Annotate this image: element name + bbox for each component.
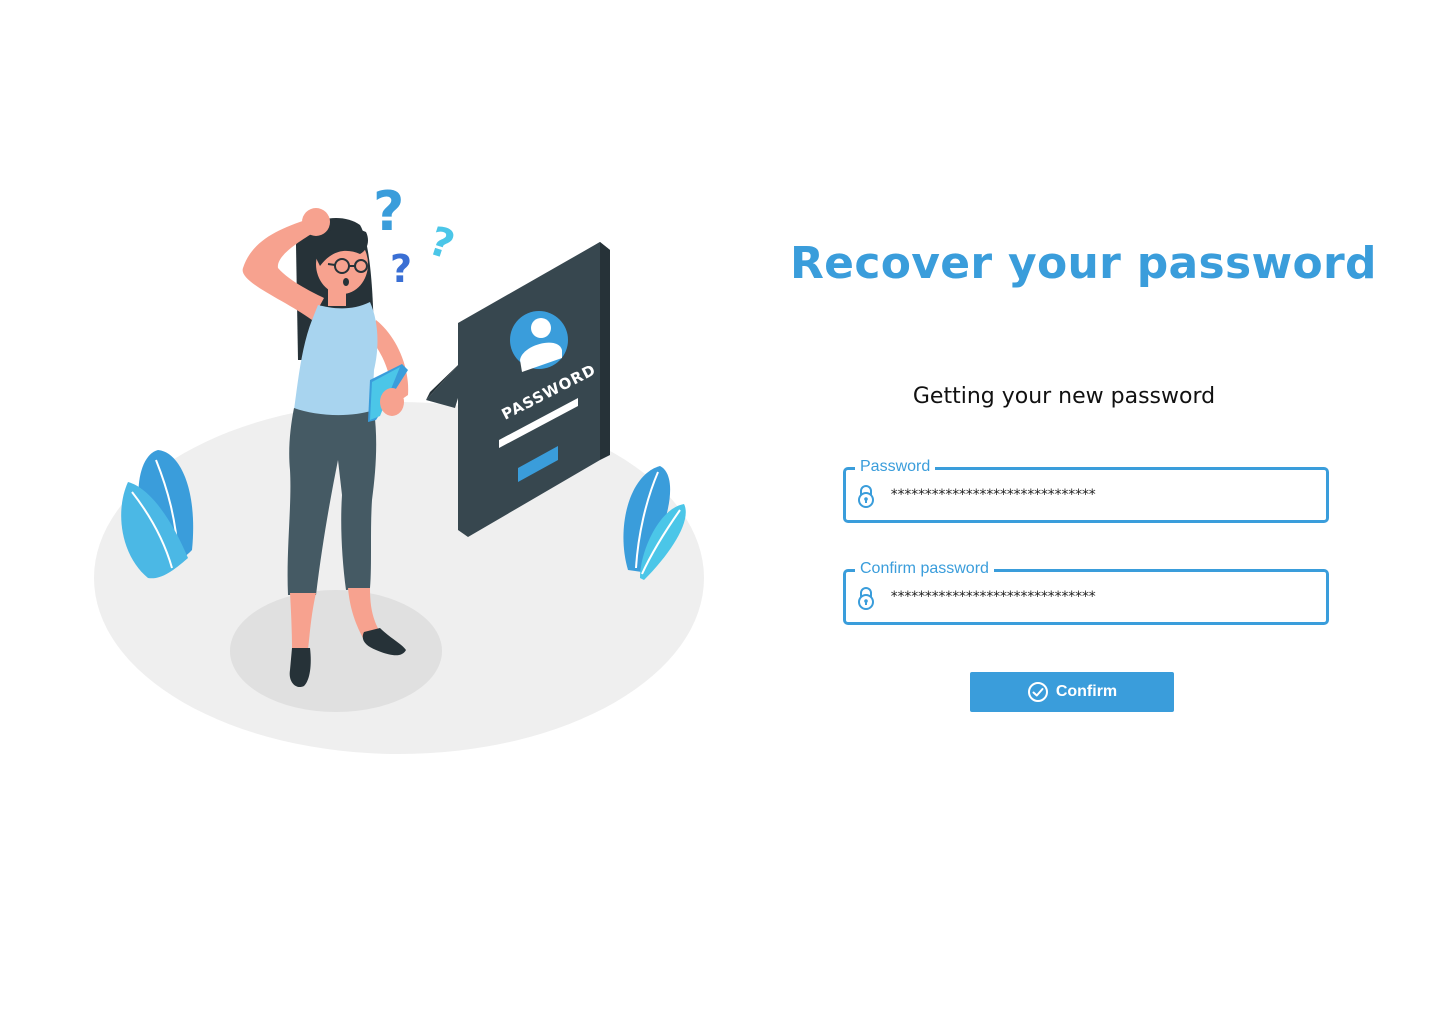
confirm-password-input[interactable] <box>890 580 1310 614</box>
floor-shadow <box>230 590 442 712</box>
recover-form-panel: Recover your password Getting your new p… <box>790 200 1377 760</box>
lock-icon <box>856 586 876 610</box>
confused-user-illustration: PASSWORD ? ? ? <box>80 170 720 770</box>
confirm-button-label: Confirm <box>1055 683 1118 700</box>
confirm-password-label: Confirm password <box>855 560 994 578</box>
password-label: Password <box>855 458 936 476</box>
floor-ellipse <box>94 402 704 754</box>
password-input[interactable] <box>890 478 1310 512</box>
confirm-button[interactable]: Confirm <box>970 672 1174 712</box>
lock-icon <box>856 484 876 508</box>
password-field: Password <box>843 458 1329 523</box>
page-subtitle: Getting your new password <box>912 384 1216 409</box>
check-circle-icon <box>1027 681 1049 703</box>
question-mark-icon: ? <box>423 218 459 269</box>
question-mark-icon: ? <box>390 247 412 291</box>
question-mark-icon: ? <box>373 180 404 243</box>
recover-password-page: PASSWORD ? ? ? Recover your password Get… <box>0 0 1440 1024</box>
confirm-password-field: Confirm password <box>843 560 1329 625</box>
page-title: Recover your password <box>790 238 1377 289</box>
